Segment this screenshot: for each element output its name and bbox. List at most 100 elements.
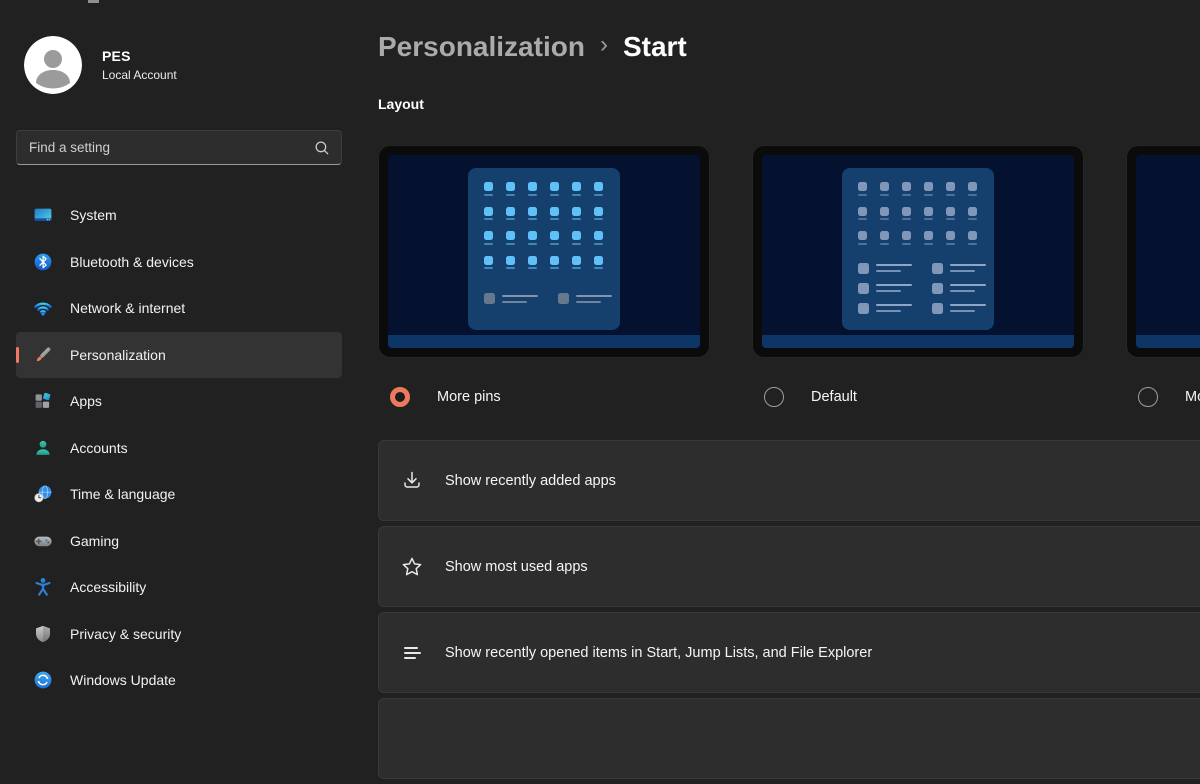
setting-row-show-recently-opened-items-in-start-jump[interactable]: Show recently opened items in Start, Jum… bbox=[378, 612, 1200, 693]
pinned-app bbox=[880, 231, 889, 245]
profile-name: PES bbox=[102, 48, 177, 64]
pinned-app bbox=[924, 231, 933, 245]
search-input[interactable] bbox=[29, 140, 313, 155]
sidebar-item-network-internet[interactable]: Network & internet bbox=[16, 285, 342, 332]
personalization-icon bbox=[33, 345, 53, 365]
recommended-item bbox=[932, 283, 986, 294]
sidebar-item-label: System bbox=[70, 207, 117, 223]
sidebar-item-label: Network & internet bbox=[70, 300, 185, 316]
recommended-item bbox=[858, 303, 912, 314]
sidebar-item-bluetooth-devices[interactable]: Bluetooth & devices bbox=[16, 239, 342, 286]
sidebar-item-personalization[interactable]: Personalization bbox=[16, 332, 342, 379]
pinned-app bbox=[572, 182, 581, 196]
radio-row-more-recommendations: More recommendations bbox=[1126, 387, 1200, 407]
recommended-item bbox=[858, 283, 912, 294]
sidebar-item-privacy-security[interactable]: Privacy & security bbox=[16, 611, 342, 658]
preview-taskbar bbox=[762, 335, 1074, 348]
preview-screen bbox=[762, 155, 1074, 348]
pinned-app bbox=[528, 207, 537, 221]
sidebar-item-label: Bluetooth & devices bbox=[70, 254, 194, 270]
recommended-item bbox=[932, 263, 986, 274]
recommended-item bbox=[558, 293, 612, 304]
pinned-app bbox=[550, 182, 559, 196]
sidebar-item-label: Accounts bbox=[70, 440, 128, 456]
layout-option-more-pins: More pins bbox=[378, 145, 710, 407]
layout-option-more-recommendations: More recommendations bbox=[1126, 145, 1200, 407]
sidebar-item-apps[interactable]: Apps bbox=[16, 378, 342, 425]
pinned-app bbox=[528, 256, 537, 270]
accessibility-icon bbox=[33, 577, 53, 597]
pinned-app bbox=[594, 256, 603, 270]
pinned-app bbox=[858, 231, 867, 245]
preview-screen bbox=[388, 155, 700, 348]
radio-more-recommendations[interactable] bbox=[1138, 387, 1158, 407]
pinned-app bbox=[924, 182, 933, 196]
avatar bbox=[24, 36, 82, 94]
settings-window: { "profile": { "name": "PES", "account_t… bbox=[0, 0, 1200, 700]
preview-taskbar bbox=[388, 335, 700, 348]
pinned-app bbox=[484, 256, 493, 270]
preview-recommended bbox=[484, 293, 604, 304]
layout-options: More pinsDefault More recommendations bbox=[378, 145, 1200, 407]
pinned-app bbox=[572, 256, 581, 270]
setting-row-label: Show recently added apps bbox=[445, 473, 616, 489]
pinned-app bbox=[594, 182, 603, 196]
selected-indicator bbox=[16, 347, 19, 363]
setting-row-show-most-used-apps[interactable]: Show most used apps bbox=[378, 526, 1200, 607]
account-profile[interactable]: PES Local Account bbox=[24, 36, 177, 94]
sidebar-item-label: Time & language bbox=[70, 486, 175, 502]
pinned-app bbox=[946, 231, 955, 245]
sidebar-item-label: Accessibility bbox=[70, 579, 146, 595]
recommended-item bbox=[932, 303, 986, 314]
setting-row-partial[interactable] bbox=[378, 698, 1200, 779]
recommended-item bbox=[858, 263, 912, 274]
network-icon bbox=[33, 298, 53, 318]
radio-label: More recommendations bbox=[1185, 389, 1200, 405]
download-icon bbox=[400, 469, 424, 493]
search-box[interactable] bbox=[16, 130, 342, 165]
pinned-app bbox=[968, 182, 977, 196]
pinned-app bbox=[968, 207, 977, 221]
privacy-icon bbox=[33, 624, 53, 644]
layout-preview-more-pins[interactable] bbox=[378, 145, 710, 358]
pinned-app bbox=[484, 231, 493, 245]
layout-preview-more-recommendations[interactable] bbox=[1126, 145, 1200, 358]
radio-more-pins[interactable] bbox=[390, 387, 410, 407]
sidebar-item-windows-update[interactable]: Windows Update bbox=[16, 657, 342, 704]
layout-preview-default[interactable] bbox=[752, 145, 1084, 358]
pinned-app bbox=[858, 207, 867, 221]
pinned-app bbox=[594, 207, 603, 221]
sidebar-item-accessibility[interactable]: Accessibility bbox=[16, 564, 342, 611]
pinned-app bbox=[528, 231, 537, 245]
pinned-app bbox=[924, 207, 933, 221]
sidebar-item-gaming[interactable]: Gaming bbox=[16, 518, 342, 565]
sidebar-item-system[interactable]: System bbox=[16, 192, 342, 239]
profile-text: PES Local Account bbox=[102, 48, 177, 82]
layout-option-default: Default bbox=[752, 145, 1084, 407]
search-icon[interactable] bbox=[313, 139, 331, 157]
sidebar-item-label: Gaming bbox=[70, 533, 119, 549]
time-language-icon bbox=[33, 484, 53, 504]
pinned-app bbox=[484, 182, 493, 196]
apps-icon bbox=[33, 391, 53, 411]
pinned-app bbox=[902, 207, 911, 221]
profile-account-type: Local Account bbox=[102, 68, 177, 82]
gaming-icon bbox=[33, 531, 53, 551]
preview-recommended bbox=[858, 263, 978, 314]
radio-default[interactable] bbox=[764, 387, 784, 407]
breadcrumb-parent[interactable]: Personalization bbox=[378, 31, 585, 63]
preview-pinned-apps bbox=[484, 182, 604, 269]
section-label-layout: Layout bbox=[378, 96, 424, 112]
setting-row-label: Show most used apps bbox=[445, 559, 588, 575]
sidebar-item-accounts[interactable]: Accounts bbox=[16, 425, 342, 472]
pinned-app bbox=[506, 182, 515, 196]
sidebar-item-time-language[interactable]: Time & language bbox=[16, 471, 342, 518]
pinned-app bbox=[880, 207, 889, 221]
pinned-app bbox=[946, 207, 955, 221]
pinned-app bbox=[550, 207, 559, 221]
pinned-app bbox=[902, 231, 911, 245]
preview-start-menu bbox=[842, 168, 994, 330]
pinned-app bbox=[858, 182, 867, 196]
pinned-app bbox=[572, 231, 581, 245]
setting-row-show-recently-added-apps[interactable]: Show recently added apps bbox=[378, 440, 1200, 521]
